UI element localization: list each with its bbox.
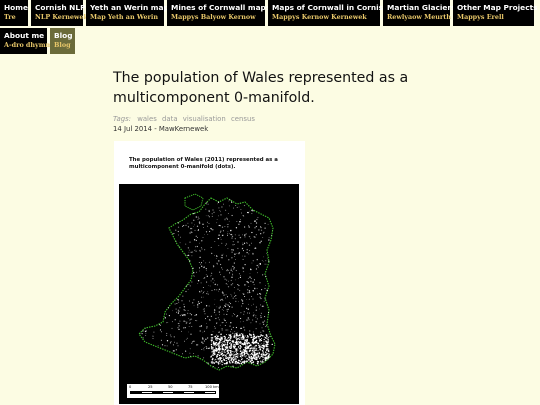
post-figure: The population of Wales (2011) represent…	[114, 141, 305, 405]
tags-label: Tags:	[113, 115, 131, 123]
nav-mines-of-cornwall-label: Mines of Cornwall maps	[171, 3, 271, 12]
scale-label: 100 km	[205, 385, 219, 389]
nav-other-map-projects[interactable]: Other Map Projects Mappys Erell	[453, 0, 538, 26]
wales-map-graphic	[138, 193, 276, 371]
nav-maps-of-cornwall-sublabel: Mappys Kernow Kernewek	[272, 13, 367, 21]
nav-home-label: Home	[4, 3, 28, 12]
scale-label: 75	[188, 385, 193, 389]
nav-cornish-nlp[interactable]: Cornish NLP NLP Kernewek	[31, 0, 88, 26]
nav-blog-sublabel: Blog	[54, 41, 71, 49]
nav-martian-glaciers-sublabel: Rewlyaow Meurth	[387, 13, 451, 21]
scale-label: 50	[168, 385, 173, 389]
scale-labels: 0 25 50 75 100 km	[129, 385, 219, 390]
nav-other-map-projects-label: Other Map Projects	[457, 3, 538, 12]
nav-blog-label: Blog	[54, 31, 73, 40]
nav-yeth-an-werin-label: Yeth an Werin map	[90, 3, 169, 12]
post-tags: Tags: wales data visualisation census	[113, 115, 258, 123]
top-navigation: Home Tre Cornish NLP NLP Kernewek Yeth a…	[0, 0, 540, 56]
nav-martian-glaciers-label: Martian Glaciers	[387, 3, 456, 12]
wales-population-map: 0 25 50 75 100 km	[119, 184, 299, 404]
nav-about-me[interactable]: About me A-dro dhymm	[0, 28, 53, 54]
nav-yeth-an-werin-sublabel: Map Yeth an Werin	[90, 13, 158, 21]
nav-cornish-nlp-sublabel: NLP Kernewek	[35, 13, 88, 21]
nav-home[interactable]: Home Tre	[0, 0, 28, 26]
tag-link[interactable]: data	[162, 115, 178, 123]
nav-yeth-an-werin[interactable]: Yeth an Werin map Map Yeth an Werin	[86, 0, 169, 26]
tag-link[interactable]: census	[231, 115, 255, 123]
wales-coastline	[138, 197, 276, 371]
post-date-author: 14 Jul 2014 - MawKernewek	[113, 125, 209, 133]
nav-maps-of-cornwall-label: Maps of Cornwall in Cornish	[272, 3, 389, 12]
nav-blog[interactable]: Blog Blog	[50, 28, 75, 54]
nav-mines-of-cornwall[interactable]: Mines of Cornwall maps Mappys Balyow Ker…	[167, 0, 271, 26]
nav-home-sublabel: Tre	[4, 13, 16, 21]
nav-maps-of-cornwall-in-cornish[interactable]: Maps of Cornwall in Cornish Mappys Kerno…	[268, 0, 389, 26]
tag-link[interactable]: wales	[137, 115, 157, 123]
scale-label: 0	[129, 385, 132, 389]
scale-bar: 0 25 50 75 100 km	[127, 384, 219, 398]
nav-about-me-label: About me	[4, 31, 45, 40]
nav-other-map-projects-sublabel: Mappys Erell	[457, 13, 504, 21]
scale-bar-segments	[130, 391, 216, 394]
nav-mines-of-cornwall-sublabel: Mappys Balyow Kernow	[171, 13, 256, 21]
anglesey-coastline	[184, 193, 204, 211]
nav-cornish-nlp-label: Cornish NLP	[35, 3, 86, 12]
figure-title: The population of Wales (2011) represent…	[129, 157, 278, 170]
urban-dots	[210, 333, 270, 365]
tag-link[interactable]: visualisation	[183, 115, 226, 123]
nav-about-me-sublabel: A-dro dhymm	[4, 41, 53, 49]
scale-label: 25	[148, 385, 153, 389]
nav-martian-glaciers[interactable]: Martian Glaciers Rewlyaow Meurth	[383, 0, 456, 26]
post-title: The population of Wales represented as a…	[113, 70, 409, 106]
